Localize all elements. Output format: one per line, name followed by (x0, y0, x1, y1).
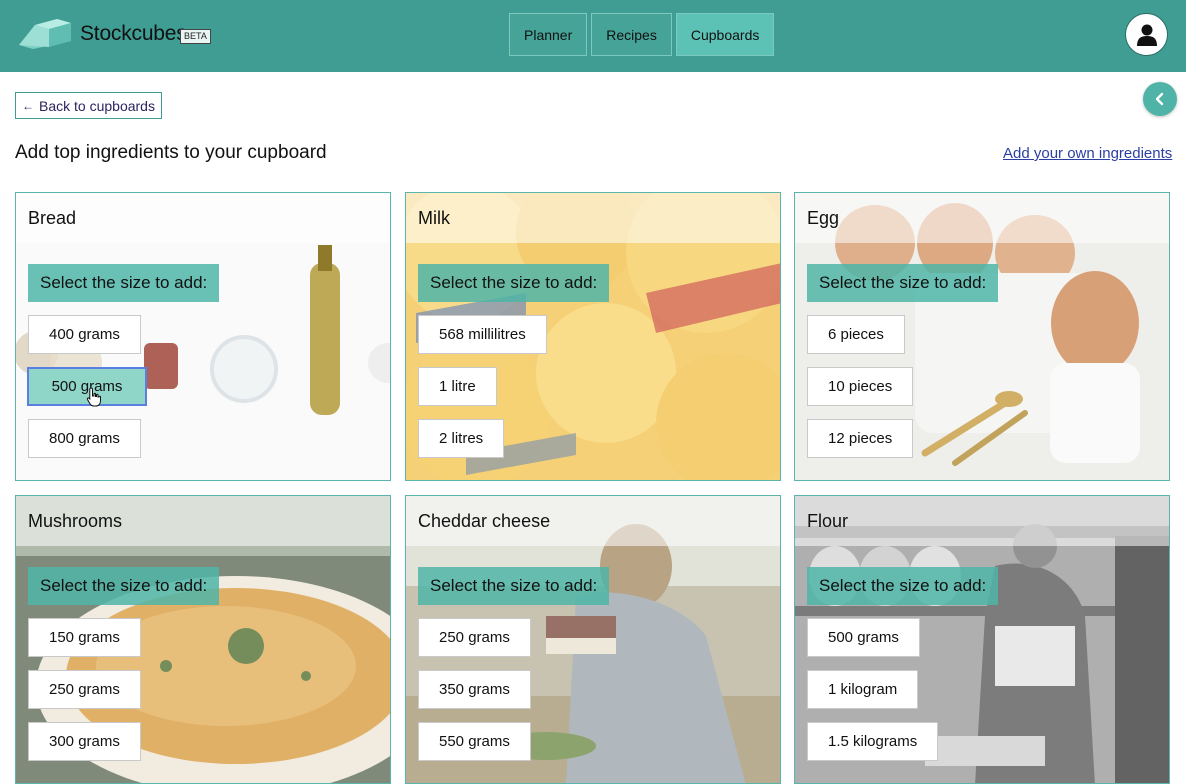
main-nav: Planner Recipes Cupboards (509, 13, 775, 56)
size-option-button[interactable]: 1 kilogram (807, 670, 919, 709)
stockcubes-logo-icon[interactable] (19, 19, 71, 49)
arrow-left-icon: ← (22, 98, 34, 113)
collapse-panel-button[interactable] (1143, 82, 1177, 116)
size-option-button[interactable]: 500 grams (807, 618, 920, 657)
select-size-label: Select the size to add: (418, 567, 610, 605)
size-option-button[interactable]: 10 pieces (807, 367, 914, 406)
select-size-label: Select the size to add: (807, 567, 999, 605)
ingredient-card-milk: Milk Select the size to add: 568 millili… (405, 192, 781, 481)
nav-cupboards[interactable]: Cupboards (675, 13, 775, 56)
size-option-button[interactable]: 568 millilitres (418, 315, 547, 354)
select-size-label: Select the size to add: (28, 567, 220, 605)
size-option-button[interactable]: 250 grams (418, 618, 531, 657)
card-title: Cheddar cheese (418, 511, 551, 531)
card-title: Milk (418, 208, 450, 228)
add-own-ingredients-link[interactable]: Add your own ingredients (1003, 145, 1172, 162)
user-menu-button[interactable] (1125, 13, 1168, 56)
size-option-button[interactable]: 12 pieces (807, 419, 914, 458)
user-icon (1136, 24, 1157, 46)
card-title-band (795, 193, 1169, 243)
select-size-label: Select the size to add: (418, 264, 610, 302)
size-option-button[interactable]: 2 litres (418, 419, 505, 458)
page-title: Add top ingredients to your cupboard (15, 142, 327, 163)
card-title-band (406, 193, 780, 243)
nav-recipes[interactable]: Recipes (591, 13, 672, 56)
card-title: Egg (807, 208, 840, 228)
size-option-button[interactable]: 250 grams (28, 670, 141, 709)
beta-badge: BETA (180, 29, 211, 44)
size-option-button[interactable]: 800 grams (28, 419, 141, 458)
ingredient-card-egg: Egg Select the size to add: 6 pieces 10 … (794, 192, 1170, 481)
size-option-button[interactable]: 350 grams (418, 670, 531, 709)
size-option-button[interactable]: 400 grams (28, 315, 141, 354)
hand-cursor-icon (86, 387, 101, 407)
ingredient-card-flour: Flour Select the size to add: 500 grams … (794, 495, 1170, 784)
size-option-button[interactable]: 150 grams (28, 618, 141, 657)
ingredient-card-bread: Bread Select the size to add: 400 grams … (15, 192, 391, 481)
select-size-label: Select the size to add: (28, 264, 220, 302)
card-title-band (795, 496, 1169, 546)
back-to-cupboards-button[interactable]: ← Back to cupboards (15, 92, 162, 119)
top-header: Stockcubes BETA Planner Recipes Cupboard… (0, 0, 1186, 72)
card-title: Mushrooms (28, 511, 123, 531)
ingredient-card-cheddar-cheese: Cheddar cheese Select the size to add: 2… (405, 495, 781, 784)
size-option-button[interactable]: 1.5 kilograms (807, 722, 939, 761)
card-title: Flour (807, 511, 849, 531)
chevron-left-icon (1155, 92, 1164, 106)
brand-name[interactable]: Stockcubes (80, 22, 187, 46)
size-option-button[interactable]: 6 pieces (807, 315, 905, 354)
card-title: Bread (28, 208, 77, 228)
size-option-button[interactable]: 550 grams (418, 722, 531, 761)
ingredient-card-mushrooms: Mushrooms Select the size to add: 150 gr… (15, 495, 391, 784)
nav-planner[interactable]: Planner (509, 13, 588, 56)
select-size-label: Select the size to add: (807, 264, 999, 302)
back-label: Back to cupboards (39, 97, 155, 114)
size-option-button[interactable]: 1 litre (418, 367, 497, 406)
size-option-button[interactable]: 300 grams (28, 722, 141, 761)
